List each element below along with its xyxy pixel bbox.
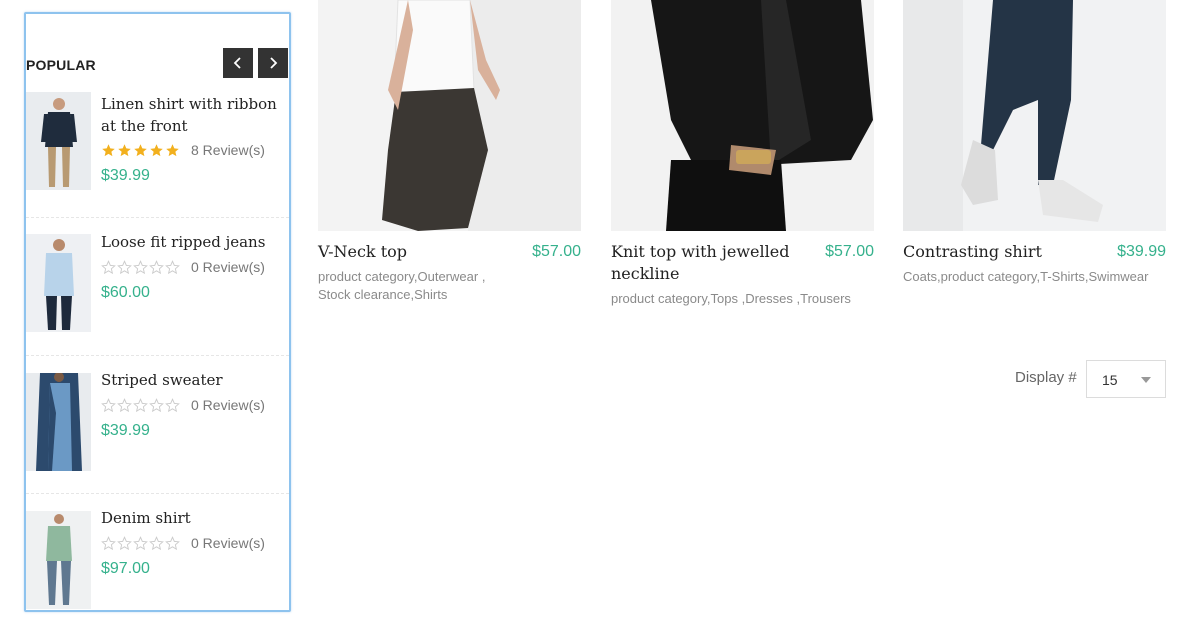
product-name[interactable]: Knit top with jewelled neckline (611, 241, 796, 285)
star-filled-icon (166, 144, 179, 157)
rating-stars (101, 398, 180, 413)
striped-sweater-image (26, 373, 91, 471)
product-image[interactable] (611, 0, 874, 231)
rating-stars (101, 143, 180, 158)
jacket-image (611, 0, 874, 231)
review-count[interactable]: 0 Review(s) (191, 259, 265, 275)
popular-item-price: $97.00 (101, 560, 150, 577)
product-thumbnail[interactable] (26, 511, 91, 609)
review-count[interactable]: 8 Review(s) (191, 142, 265, 158)
product-thumbnail[interactable] (26, 373, 91, 471)
popular-sidebar: POPULAR Linen shirt with ribbon at the f… (24, 12, 291, 612)
display-label: Display # (1015, 369, 1077, 386)
product-thumbnail[interactable] (26, 92, 91, 190)
popular-item: Denim shirt 0 Review(s) $97.00 (26, 494, 289, 628)
chevron-left-icon (233, 57, 241, 69)
contrasting-shirt-image (903, 0, 1166, 231)
product-categories: product category,Outerwear , Stock cleara… (318, 269, 486, 302)
category-link[interactable]: Swimwear (1089, 269, 1149, 284)
product-name[interactable]: V-Neck top (318, 241, 503, 263)
display-count-select[interactable]: 15 (1086, 360, 1166, 398)
star-empty-icon (101, 536, 116, 551)
category-link[interactable]: Shirts (414, 287, 447, 302)
popular-item-price: $39.99 (101, 167, 150, 184)
denim-shirt-image (26, 511, 91, 609)
review-count[interactable]: 0 Review(s) (191, 397, 265, 413)
category-link[interactable]: product category (611, 291, 707, 306)
star-empty-icon (133, 398, 148, 413)
product-image[interactable] (903, 0, 1166, 231)
popular-item-price: $39.99 (101, 422, 150, 439)
product-thumbnail[interactable] (26, 234, 91, 332)
category-link[interactable]: Dresses (745, 291, 793, 306)
popular-item-name[interactable]: Striped sweater (101, 369, 286, 391)
star-empty-icon (149, 260, 164, 275)
category-link[interactable]: Coats (903, 269, 937, 284)
review-count[interactable]: 0 Review(s) (191, 535, 265, 551)
popular-item: Loose fit ripped jeans 0 Review(s) $60.0… (26, 218, 289, 356)
star-empty-icon (117, 536, 132, 551)
category-link[interactable]: T-Shirts (1040, 269, 1085, 284)
star-empty-icon (101, 260, 116, 275)
category-link[interactable]: product category (941, 269, 1037, 284)
star-empty-icon (149, 398, 164, 413)
next-button[interactable] (258, 48, 288, 78)
product-price: $57.00 (825, 243, 874, 260)
category-link[interactable]: product category (318, 269, 414, 284)
star-empty-icon (133, 260, 148, 275)
popular-title: POPULAR (26, 57, 96, 73)
product-categories: Coats,product category,T-Shirts,Swimwear (903, 269, 1149, 284)
popular-item-name[interactable]: Linen shirt with ribbon at the front (101, 93, 286, 137)
star-empty-icon (133, 536, 148, 551)
star-empty-icon (101, 398, 116, 413)
popular-item-name[interactable]: Loose fit ripped jeans (101, 231, 286, 253)
product-price: $57.00 (532, 243, 581, 260)
star-filled-icon (102, 144, 115, 157)
v-neck-top-image (318, 0, 581, 231)
caret-down-icon (1141, 377, 1151, 383)
popular-item-name[interactable]: Denim shirt (101, 507, 286, 529)
product-image[interactable] (318, 0, 581, 231)
popular-item: Linen shirt with ribbon at the front 8 R… (26, 80, 289, 218)
rating-stars (101, 260, 180, 275)
product-price: $39.99 (1117, 243, 1166, 260)
star-filled-icon (150, 144, 163, 157)
category-link[interactable]: Outerwear (418, 269, 479, 284)
chevron-right-icon (270, 57, 278, 69)
jeans-image (26, 234, 91, 332)
popular-header: POPULAR (26, 48, 289, 80)
category-link[interactable]: Stock clearance (318, 287, 411, 302)
star-empty-icon (117, 260, 132, 275)
star-filled-icon (134, 144, 147, 157)
prev-button[interactable] (223, 48, 253, 78)
star-empty-icon (117, 398, 132, 413)
popular-item: Striped sweater 0 Review(s) $39.99 (26, 356, 289, 494)
star-filled-icon (118, 144, 131, 157)
linen-shirt-image (26, 92, 91, 190)
product-categories: product category,Tops ,Dresses ,Trousers (611, 291, 851, 306)
category-link[interactable]: Trousers (800, 291, 851, 306)
star-empty-icon (165, 536, 180, 551)
star-empty-icon (165, 260, 180, 275)
category-link[interactable]: Tops (711, 291, 738, 306)
rating-stars (101, 536, 180, 551)
star-empty-icon (165, 398, 180, 413)
popular-item-price: $60.00 (101, 284, 150, 301)
display-count-value: 15 (1102, 372, 1118, 388)
star-empty-icon (149, 536, 164, 551)
product-name[interactable]: Contrasting shirt (903, 241, 1088, 263)
